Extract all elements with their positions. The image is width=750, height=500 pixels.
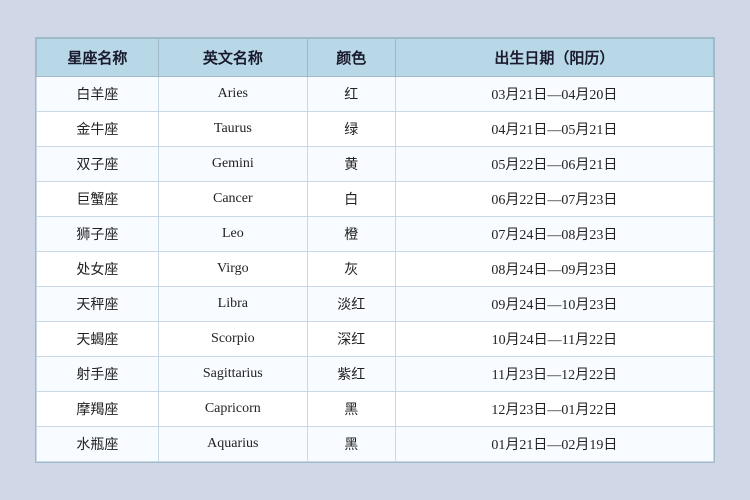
cell-en: Aquarius: [158, 427, 307, 462]
cell-date: 05月22日—06月21日: [395, 147, 713, 182]
cell-color: 绿: [307, 112, 395, 147]
cell-color: 灰: [307, 252, 395, 287]
cell-cn: 天秤座: [37, 287, 159, 322]
cell-color: 紫红: [307, 357, 395, 392]
cell-cn: 水瓶座: [37, 427, 159, 462]
cell-date: 03月21日—04月20日: [395, 77, 713, 112]
table-row: 狮子座Leo橙07月24日—08月23日: [37, 217, 714, 252]
header-cn: 星座名称: [37, 39, 159, 77]
cell-date: 10月24日—11月22日: [395, 322, 713, 357]
cell-color: 红: [307, 77, 395, 112]
cell-cn: 射手座: [37, 357, 159, 392]
header-en: 英文名称: [158, 39, 307, 77]
cell-cn: 摩羯座: [37, 392, 159, 427]
table-row: 摩羯座Capricorn黑12月23日—01月22日: [37, 392, 714, 427]
cell-date: 07月24日—08月23日: [395, 217, 713, 252]
cell-cn: 白羊座: [37, 77, 159, 112]
cell-cn: 双子座: [37, 147, 159, 182]
table-row: 处女座Virgo灰08月24日—09月23日: [37, 252, 714, 287]
cell-en: Taurus: [158, 112, 307, 147]
cell-date: 06月22日—07月23日: [395, 182, 713, 217]
cell-date: 12月23日—01月22日: [395, 392, 713, 427]
cell-en: Scorpio: [158, 322, 307, 357]
cell-color: 橙: [307, 217, 395, 252]
cell-color: 白: [307, 182, 395, 217]
cell-color: 深红: [307, 322, 395, 357]
cell-cn: 狮子座: [37, 217, 159, 252]
table-row: 巨蟹座Cancer白06月22日—07月23日: [37, 182, 714, 217]
cell-date: 01月21日—02月19日: [395, 427, 713, 462]
cell-cn: 巨蟹座: [37, 182, 159, 217]
table-body: 白羊座Aries红03月21日—04月20日金牛座Taurus绿04月21日—0…: [37, 77, 714, 462]
cell-en: Libra: [158, 287, 307, 322]
cell-en: Virgo: [158, 252, 307, 287]
header-color: 颜色: [307, 39, 395, 77]
cell-date: 04月21日—05月21日: [395, 112, 713, 147]
table-row: 射手座Sagittarius紫红11月23日—12月22日: [37, 357, 714, 392]
zodiac-table: 星座名称 英文名称 颜色 出生日期（阳历） 白羊座Aries红03月21日—04…: [36, 38, 714, 462]
zodiac-table-wrapper: 星座名称 英文名称 颜色 出生日期（阳历） 白羊座Aries红03月21日—04…: [35, 37, 715, 463]
cell-color: 淡红: [307, 287, 395, 322]
table-row: 天蝎座Scorpio深红10月24日—11月22日: [37, 322, 714, 357]
cell-date: 11月23日—12月22日: [395, 357, 713, 392]
cell-cn: 天蝎座: [37, 322, 159, 357]
table-row: 天秤座Libra淡红09月24日—10月23日: [37, 287, 714, 322]
cell-color: 黑: [307, 427, 395, 462]
cell-en: Capricorn: [158, 392, 307, 427]
cell-en: Aries: [158, 77, 307, 112]
table-row: 水瓶座Aquarius黑01月21日—02月19日: [37, 427, 714, 462]
cell-cn: 金牛座: [37, 112, 159, 147]
cell-en: Leo: [158, 217, 307, 252]
cell-color: 黑: [307, 392, 395, 427]
cell-en: Cancer: [158, 182, 307, 217]
header-date: 出生日期（阳历）: [395, 39, 713, 77]
cell-en: Gemini: [158, 147, 307, 182]
cell-cn: 处女座: [37, 252, 159, 287]
table-row: 白羊座Aries红03月21日—04月20日: [37, 77, 714, 112]
table-row: 金牛座Taurus绿04月21日—05月21日: [37, 112, 714, 147]
table-row: 双子座Gemini黄05月22日—06月21日: [37, 147, 714, 182]
cell-date: 08月24日—09月23日: [395, 252, 713, 287]
table-header-row: 星座名称 英文名称 颜色 出生日期（阳历）: [37, 39, 714, 77]
cell-en: Sagittarius: [158, 357, 307, 392]
cell-date: 09月24日—10月23日: [395, 287, 713, 322]
cell-color: 黄: [307, 147, 395, 182]
